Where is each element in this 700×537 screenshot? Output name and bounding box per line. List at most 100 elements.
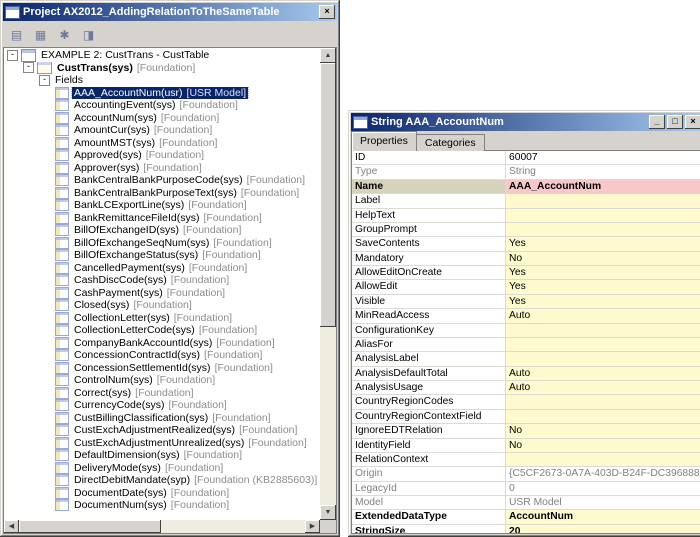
scroll-down-icon[interactable]: ▼	[320, 505, 336, 520]
tree-node-text[interactable]: AccountNum(sys)[Foundation]	[72, 112, 221, 124]
tree-node-text[interactable]: AmountMST(sys)[Foundation]	[72, 137, 219, 149]
maximize-icon[interactable]: □	[667, 115, 683, 129]
tree-row[interactable]: CustExchAdjustmentUnrealized(sys)[Founda…	[5, 437, 319, 450]
property-row[interactable]: VisibleYes	[352, 295, 700, 309]
tree-row[interactable]: CashDiscCode(sys)[Foundation]	[5, 274, 319, 287]
tree-row[interactable]: Approver(sys)[Foundation]	[5, 162, 319, 175]
tree-node-text[interactable]: CustTrans(sys)[Foundation]	[55, 62, 197, 74]
open-window-button[interactable]: ▦	[30, 25, 51, 45]
tree-node-text[interactable]: CashPayment(sys)[Foundation]	[72, 287, 227, 299]
scroll-left-icon[interactable]: ◀	[4, 520, 19, 533]
tab-properties[interactable]: Properties	[351, 131, 417, 151]
tree-node-text[interactable]: EXAMPLE 2: CustTrans - CustTable	[39, 49, 211, 61]
horizontal-scroll-thumb[interactable]	[19, 520, 161, 533]
tree-node-text[interactable]: CustExchAdjustmentUnrealized(sys)[Founda…	[72, 437, 309, 449]
property-value[interactable]: 20	[506, 525, 700, 534]
tree-row[interactable]: AccountNum(sys)[Foundation]	[5, 112, 319, 125]
collapse-expander-icon[interactable]: -	[23, 62, 34, 73]
tree-node-text[interactable]: BankLCExportLine(sys)[Foundation]	[72, 199, 249, 211]
property-row[interactable]: RelationContext	[352, 453, 700, 467]
tree-node-text[interactable]: CurrencyCode(sys)[Foundation]	[72, 399, 229, 411]
property-row[interactable]: MinReadAccessAuto	[352, 309, 700, 323]
tree-row[interactable]: BillOfExchangeID(sys)[Foundation]	[5, 224, 319, 237]
property-value[interactable]: Auto	[506, 381, 700, 394]
tree-node-text[interactable]: ControlNum(sys)[Foundation]	[72, 374, 217, 386]
tree-node-text[interactable]: CollectionLetterCode(sys)[Foundation]	[72, 324, 259, 336]
tree-node-text[interactable]: Fields	[53, 74, 85, 86]
tree-row[interactable]: BankLCExportLine(sys)[Foundation]	[5, 199, 319, 212]
vertical-scrollbar[interactable]: ▲ ▼	[320, 48, 336, 520]
tree-row[interactable]: ControlNum(sys)[Foundation]	[5, 374, 319, 387]
property-value[interactable]: No	[506, 252, 700, 265]
property-row[interactable]: AllowEditOnCreateYes	[352, 266, 700, 280]
tree-node-text[interactable]: Approved(sys)[Foundation]	[72, 149, 206, 161]
property-value[interactable]: Yes	[506, 237, 700, 250]
property-row[interactable]: Label	[352, 194, 700, 208]
tree-row[interactable]: Correct(sys)[Foundation]	[5, 387, 319, 400]
scroll-right-icon[interactable]: ▶	[305, 520, 320, 533]
tree-node-text[interactable]: DeliveryMode(sys)[Foundation]	[72, 462, 225, 474]
tree-row[interactable]: BankCentralBankPurposeCode(sys)[Foundati…	[5, 174, 319, 187]
tree-row[interactable]: DefaultDimension(sys)[Foundation]	[5, 449, 319, 462]
tree-row[interactable]: DeliveryMode(sys)[Foundation]	[5, 462, 319, 475]
tree-row[interactable]: AccountingEvent(sys)[Foundation]	[5, 99, 319, 112]
project-window-titlebar[interactable]: Project AX2012_AddingRelationToTheSameTa…	[3, 3, 337, 21]
property-row[interactable]: GroupPrompt	[352, 223, 700, 237]
tree-row[interactable]: -Fields	[5, 74, 319, 87]
property-row[interactable]: AnalysisLabel	[352, 352, 700, 366]
property-row[interactable]: ModelUSR Model	[352, 496, 700, 510]
property-value[interactable]: Auto	[506, 367, 700, 380]
tree-row[interactable]: BankCentralBankPurposeText(sys)[Foundati…	[5, 187, 319, 200]
tree-row[interactable]: AmountMST(sys)[Foundation]	[5, 137, 319, 150]
tree-row[interactable]: AAA_AccountNum(usr)[USR Model]	[5, 87, 319, 100]
property-row[interactable]: CountryRegionContextField	[352, 410, 700, 424]
tree-node-text[interactable]: CustBillingClassification(sys)[Foundatio…	[72, 412, 273, 424]
tree-row[interactable]: BankRemittanceFileId(sys)[Foundation]	[5, 212, 319, 225]
property-row[interactable]: AllowEditYes	[352, 280, 700, 294]
tree-node-text[interactable]: CancelledPayment(sys)[Foundation]	[72, 262, 249, 274]
tree-node-text[interactable]: DocumentNum(sys)[Foundation]	[72, 499, 231, 511]
tree-node-text[interactable]: DocumentDate(sys)[Foundation]	[72, 487, 231, 499]
tree-row[interactable]: BillOfExchangeSeqNum(sys)[Foundation]	[5, 237, 319, 250]
property-row[interactable]: IgnoreEDTRelationNo	[352, 424, 700, 438]
property-row[interactable]: AnalysisUsageAuto	[352, 381, 700, 395]
tree-row[interactable]: - CustTrans(sys)[Foundation]	[5, 62, 319, 75]
tree-node-text[interactable]: BillOfExchangeID(sys)[Foundation]	[72, 224, 243, 236]
tree-node-text[interactable]: Correct(sys)[Foundation]	[72, 387, 196, 399]
vertical-scroll-thumb[interactable]	[320, 63, 336, 327]
property-value[interactable]	[506, 209, 700, 222]
property-row[interactable]: StringSize20	[352, 525, 700, 534]
tree-row[interactable]: DirectDebitMandate(syp)[Foundation (KB28…	[5, 474, 319, 487]
tree-node-text[interactable]: DirectDebitMandate(syp)[Foundation (KB28…	[72, 474, 319, 486]
property-row[interactable]: AliasFor	[352, 338, 700, 352]
tree-row[interactable]: Approved(sys)[Foundation]	[5, 149, 319, 162]
new-item-button[interactable]: ▤	[6, 25, 27, 45]
tree-node-text[interactable]: Approver(sys)[Foundation]	[72, 162, 204, 174]
property-row[interactable]: LegacyId0	[352, 482, 700, 496]
property-row[interactable]: ExtendedDataTypeAccountNum	[352, 510, 700, 524]
collapse-expander-icon[interactable]: -	[7, 50, 18, 61]
tree-row[interactable]: CancelledPayment(sys)[Foundation]	[5, 262, 319, 275]
tree-node-text[interactable]: ConcessionSettlementId(sys)[Foundation]	[72, 362, 275, 374]
tree-row[interactable]: CurrencyCode(sys)[Foundation]	[5, 399, 319, 412]
tree-node-text[interactable]: AccountingEvent(sys)[Foundation]	[72, 99, 240, 111]
property-row[interactable]: ConfigurationKey	[352, 324, 700, 338]
property-value[interactable]: String	[506, 165, 700, 178]
property-value[interactable]: AAA_AccountNum	[506, 180, 700, 193]
tree-node-text[interactable]: BillOfExchangeStatus(sys)[Foundation]	[72, 249, 263, 261]
property-value[interactable]: No	[506, 439, 700, 452]
property-value[interactable]	[506, 395, 700, 408]
property-value[interactable]: Yes	[506, 266, 700, 279]
property-value[interactable]	[506, 352, 700, 365]
tree-node-text[interactable]: BillOfExchangeSeqNum(sys)[Foundation]	[72, 237, 274, 249]
horizontal-scrollbar[interactable]: ◀ ▶	[4, 520, 320, 533]
tree-node-text[interactable]: Closed(sys)[Foundation]	[72, 299, 194, 311]
tree-row[interactable]: CollectionLetter(sys)[Foundation]	[5, 312, 319, 325]
tree-node-text[interactable]: CollectionLetter(sys)[Foundation]	[72, 312, 234, 324]
property-row[interactable]: MandatoryNo	[352, 252, 700, 266]
properties-button[interactable]: ◨	[78, 25, 99, 45]
property-value[interactable]: USR Model	[506, 496, 700, 509]
close-icon[interactable]: ×	[319, 5, 335, 19]
minimize-icon[interactable]: _	[649, 115, 665, 129]
tree-node-text[interactable]: AmountCur(sys)[Foundation]	[72, 124, 214, 136]
